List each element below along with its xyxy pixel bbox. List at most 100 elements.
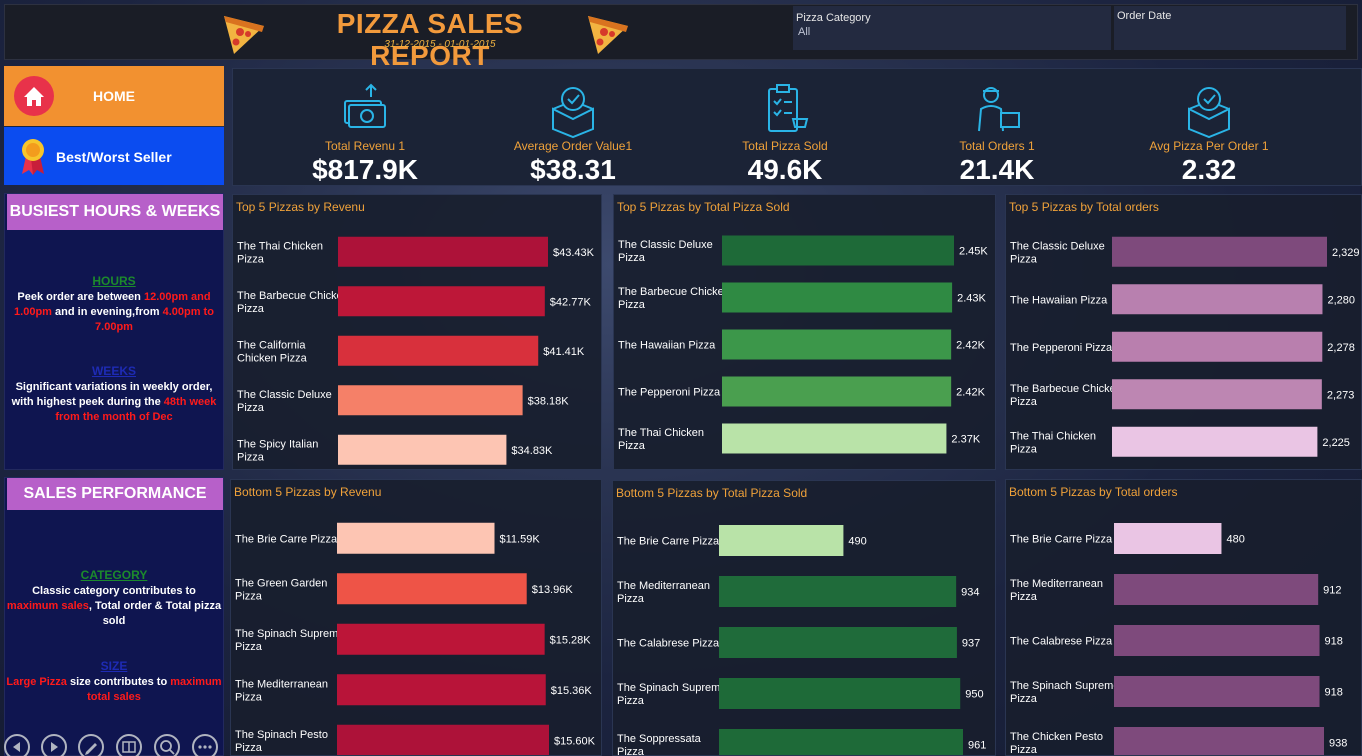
best-worst-seller-button[interactable]: Best/Worst Seller	[4, 127, 224, 185]
bar[interactable]	[1114, 625, 1320, 656]
value-label: 961	[968, 740, 986, 752]
value-label: $13.96K	[532, 584, 574, 596]
value-label: $38.18K	[528, 395, 570, 407]
kpi-value: $38.31	[530, 154, 616, 185]
filter-label: Pizza Category	[796, 12, 871, 24]
delivery-person-icon	[978, 87, 1020, 132]
date-range: 31-12-2015 - 01-01-2015	[384, 39, 496, 50]
bar[interactable]	[1112, 236, 1327, 267]
category-label: The Chicken Pesto Pizza	[1010, 731, 1103, 755]
chart-bottom-sold: The Brie Carre Pizza 490 The Mediterranean…	[612, 480, 996, 756]
kpi-value: $817.9K	[312, 154, 418, 185]
bar-chart-svg: The Classic Deluxe Pizza 2.45K The Barbecue…	[618, 235, 988, 454]
chart-title: Top 5 Pizzas by Total orders	[1009, 200, 1159, 214]
value-label: 918	[1325, 636, 1343, 648]
pizza-slice-icon	[588, 16, 628, 54]
money-transfer-icon	[344, 83, 386, 128]
value-label: 2,273	[1327, 389, 1355, 401]
bar[interactable]	[338, 385, 523, 416]
category-label: The Mediterranean Pizza	[1010, 578, 1103, 603]
forward-button[interactable]	[41, 734, 67, 756]
chart-title: Bottom 5 Pizzas by Total orders	[1009, 485, 1178, 499]
category-label: The Classic Deluxe Pizza	[237, 389, 332, 414]
bar[interactable]	[722, 282, 953, 313]
bar[interactable]	[722, 423, 947, 454]
bar[interactable]	[338, 434, 507, 465]
chart-title: Top 5 Pizzas by Revenu	[236, 200, 365, 214]
home-button[interactable]: HOME	[4, 66, 224, 126]
category-label: The Spinach Supreme Pizza	[235, 628, 344, 653]
bar[interactable]	[722, 235, 954, 266]
bar[interactable]	[719, 678, 961, 709]
category-label: The California Chicken Pizza	[237, 339, 308, 364]
filter-label: Order Date	[1117, 10, 1172, 22]
value-label: 937	[962, 638, 980, 650]
more-button[interactable]	[192, 734, 218, 756]
value-label: 490	[848, 536, 866, 548]
bar[interactable]	[1112, 379, 1322, 410]
weeks-title: WEEKS	[91, 364, 136, 378]
chart-title: Bottom 5 Pizzas by Total Pizza Sold	[616, 486, 808, 500]
category-label: The Classic Deluxe Pizza	[1010, 240, 1105, 265]
kpi-card: Avg Pizza Per Order 1 2.32	[1109, 69, 1309, 187]
category-label: The Brie Carre Pizza	[617, 536, 720, 548]
bar[interactable]	[1112, 284, 1323, 315]
bar[interactable]	[1114, 727, 1324, 755]
annotate-button[interactable]	[78, 734, 104, 756]
bar[interactable]	[719, 525, 844, 556]
category-label: The Green Garden Pizza	[235, 577, 327, 602]
filter-value: All	[798, 26, 811, 38]
bar[interactable]	[1114, 523, 1222, 554]
bar-chart-svg: The Brie Carre Pizza 480 The Mediterranean…	[1010, 523, 1347, 755]
bar[interactable]	[719, 576, 957, 607]
bar[interactable]	[337, 623, 545, 655]
hours-title: HOURS	[92, 274, 136, 288]
more-icon	[198, 745, 212, 749]
value-label: 938	[1329, 738, 1347, 750]
category-label: The Pepperoni Pizza	[618, 387, 721, 399]
category-label: The Hawaiian Pizza	[1010, 294, 1108, 306]
kpi-card: Total Pizza Sold 49.6K	[685, 69, 885, 187]
bar[interactable]	[1112, 331, 1323, 362]
bar-chart-svg: The Brie Carre Pizza $11.59K The Green Gar…	[235, 522, 596, 755]
bar[interactable]	[1114, 676, 1320, 707]
clipboard-cart-icon	[768, 84, 809, 132]
category-label: The Barbecue Chicken Pizza	[618, 286, 730, 311]
chart-bottom-revenue: The Brie Carre Pizza $11.59K The Green Gar…	[230, 479, 602, 756]
category-title: CATEGORY	[80, 568, 148, 582]
value-label: 934	[961, 587, 979, 599]
back-button[interactable]	[4, 734, 30, 756]
busiest-hours-panel: BUSIEST HOURS & WEEKS HOURS Peek order a…	[4, 193, 224, 470]
bar[interactable]	[337, 674, 546, 706]
bar[interactable]	[719, 627, 957, 658]
arrow-right-icon	[51, 742, 58, 752]
bar[interactable]	[719, 729, 963, 755]
search-button[interactable]	[154, 734, 180, 756]
bar[interactable]	[1114, 574, 1319, 605]
bar[interactable]	[337, 724, 549, 755]
best-worst-label: Best/Worst Seller	[56, 149, 172, 165]
kpi-label: Average Order Value1	[513, 139, 633, 153]
bar[interactable]	[338, 236, 548, 267]
chart-top-orders: The Classic Deluxe Pizza 2,329 The Hawaiian…	[1005, 194, 1362, 470]
bar[interactable]	[337, 522, 495, 554]
bar[interactable]	[337, 573, 527, 605]
value-label: 2.43K	[957, 293, 986, 305]
bar[interactable]	[1112, 426, 1318, 457]
value-label: $15.60K	[554, 735, 596, 747]
home-icon	[14, 76, 54, 116]
value-label: $43.43K	[553, 247, 595, 259]
bar[interactable]	[338, 286, 545, 317]
value-label: $34.83K	[511, 445, 553, 457]
layout-button[interactable]	[116, 734, 142, 756]
category-label: The Calabrese Pizza	[1010, 636, 1113, 648]
bar[interactable]	[722, 329, 952, 360]
order-date-filter[interactable]: Order Date	[1114, 6, 1346, 50]
value-label: 2.42K	[956, 387, 985, 399]
bar[interactable]	[722, 376, 952, 407]
chart-title: Bottom 5 Pizzas by Revenu	[234, 485, 382, 499]
search-icon	[160, 740, 175, 755]
bar[interactable]	[338, 335, 539, 366]
pizza-category-filter[interactable]: Pizza Category All	[793, 6, 1111, 50]
category-label: The Calabrese Pizza	[617, 638, 720, 650]
